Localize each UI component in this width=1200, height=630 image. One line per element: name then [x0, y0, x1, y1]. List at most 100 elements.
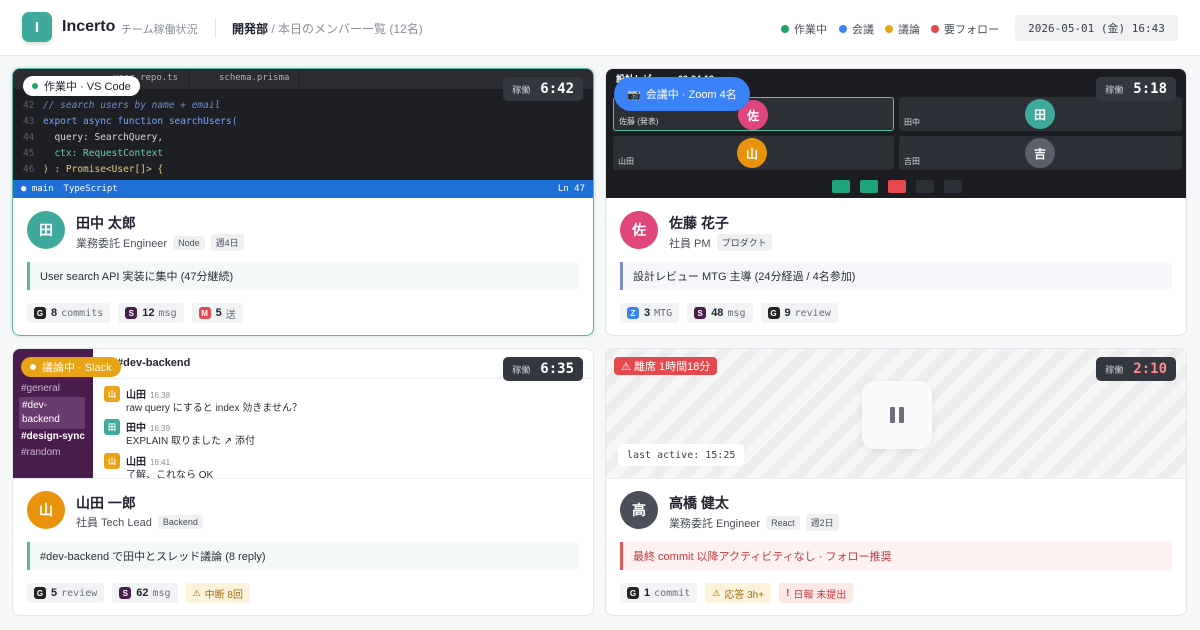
legend-meeting: 会議 [839, 21, 874, 37]
work-timer: 稼働 6:35 [503, 357, 583, 381]
breadcrumb: 開発部 / 本日のメンバー一覧 (12名) [232, 20, 423, 37]
member-name[interactable]: 田中 太郎 [76, 213, 136, 233]
member-card-takahashi[interactable]: last active: 15:25 ⚠ 離席 1時間18分 稼働 2:10 高 … [605, 348, 1187, 616]
member-info: 山 山田 一郎 社員 Tech Lead Backend [27, 491, 567, 531]
more-button[interactable] [944, 180, 962, 193]
screen-preview-slack[interactable]: #general #dev-backend #design-sync #rand… [13, 349, 593, 478]
channel-item[interactable]: #general [21, 383, 60, 394]
chat-message: 田田中 16:39 EXPLAIN 取りました ↗ 添付 [104, 419, 504, 449]
member-name[interactable]: 佐藤 花子 [669, 213, 729, 233]
warning-icon: ⚠ [192, 587, 201, 598]
metric-reviews[interactable]: G 9 review [760, 303, 838, 323]
current-datetime: 2026-05-01 (金) 16:43 [1015, 15, 1178, 41]
screen-preview-zoom[interactable]: 設計レビュー · 00:24:12 佐佐藤 (発表) 田田中 山山田 吉吉田 📷… [606, 69, 1186, 198]
metric-meetings[interactable]: Z 3 MTG [620, 303, 680, 323]
metric-commits[interactable]: G 1 commit [620, 583, 698, 603]
activity-summary: 設計レビュー MTG 主導 (24分経過 / 4名参加) [620, 262, 1172, 290]
member-name[interactable]: 高橋 健太 [669, 493, 729, 513]
alert-icon: ! [786, 587, 790, 599]
member-name[interactable]: 山田 一郎 [76, 493, 136, 513]
screen-preview-away[interactable]: last active: 15:25 ⚠ 離席 1時間18分 稼働 2:10 [606, 349, 1186, 478]
metric-reviews[interactable]: G 5 review [27, 583, 105, 603]
metric-messages[interactable]: S 62 msg [112, 583, 178, 603]
status-dot-icon [30, 364, 36, 370]
leave-button[interactable] [888, 180, 906, 193]
channel-item-active[interactable]: #dev-backend [19, 397, 85, 429]
video-tile[interactable]: 山山田 [613, 136, 894, 170]
share-button[interactable] [916, 180, 934, 193]
cursor-position[interactable]: Ln 47 [558, 184, 585, 194]
metric-interruptions[interactable]: ⚠ 中断 8回 [185, 583, 250, 603]
zoom-icon: Z [627, 307, 639, 319]
channel-item[interactable]: #design-sync [21, 431, 85, 442]
member-card-yamada[interactable]: #general #dev-backend #design-sync #rand… [12, 348, 594, 616]
avatar[interactable]: 高 [620, 491, 658, 529]
status-pill: ⚠ 離席 1時間18分 [614, 357, 718, 375]
metric-commits[interactable]: G 8 commits [27, 303, 111, 323]
legend-label: 議論 [898, 24, 920, 36]
camera-icon: 📷 [627, 88, 641, 101]
tag: Backend [157, 515, 203, 529]
dept-description: / 本日のメンバー一覧 (12名) [268, 22, 423, 36]
metric-response-time[interactable]: ⚠ 応答 3h+ [705, 583, 772, 603]
mic-button[interactable] [832, 180, 850, 193]
metrics-row: G 8 commits S 12 msg M5送 [27, 303, 243, 323]
channel-item[interactable]: #random [21, 447, 60, 458]
last-active: last active: 15:25 [618, 444, 745, 466]
legend-discussion: 議論 [885, 21, 920, 37]
editor-statusbar: ● main TypeScript Ln 47 [13, 180, 593, 198]
github-icon: G [34, 307, 46, 319]
member-role: 業務委託 Engineer Node 週4日 [76, 234, 244, 251]
editor-tab[interactable]: schema.prisma [209, 69, 301, 89]
video-tile[interactable]: 田田中 [899, 97, 1182, 131]
work-timer: 稼働 2:10 [1096, 357, 1176, 381]
github-icon: G [767, 307, 780, 319]
metric-messages[interactable]: S 12 msg [118, 303, 184, 323]
status-dot-icon [885, 25, 893, 33]
app-logo[interactable]: I [22, 12, 52, 42]
github-icon: G [34, 587, 46, 599]
legend-label: 会議 [852, 24, 874, 36]
work-timer: 稼働 6:42 [503, 77, 583, 101]
avatar[interactable]: 田 [27, 211, 65, 249]
metrics-row: Z 3 MTG S 48 msg G 9 review [620, 303, 838, 323]
member-info: 高 高橋 健太 業務委託 Engineer React 週2日 [620, 491, 1160, 531]
legend-label: 作業中 [794, 24, 827, 36]
language-mode[interactable]: TypeScript [64, 184, 118, 194]
status-pill: 作業中 · VS Code [23, 76, 140, 96]
slack-icon: S [125, 307, 138, 319]
status-pill: 議論中 · Slack [21, 357, 121, 377]
code-line: 45 ctx: RequestContext [23, 148, 164, 159]
work-timer: 稼働 5:18 [1096, 77, 1176, 101]
avatar[interactable]: 佐 [620, 211, 658, 249]
camera-button[interactable] [860, 180, 878, 193]
screen-preview-vscode[interactable]: user.repo.ts schema.prisma 42// search u… [13, 69, 593, 198]
legend-working: 作業中 [781, 21, 827, 37]
activity-summary: 最終 commit 以降アクティビティなし · フォロー推奨 [620, 542, 1172, 570]
member-card-tanaka[interactable]: user.repo.ts schema.prisma 42// search u… [12, 68, 594, 336]
member-role: 社員 PM プロダクト [669, 234, 772, 251]
status-dot-icon [32, 83, 38, 89]
member-info: 田 田中 太郎 業務委託 Engineer Node 週4日 [27, 211, 567, 251]
tag: React [766, 515, 800, 530]
metric-messages[interactable]: S 48 msg [687, 303, 753, 323]
github-icon: G [627, 587, 639, 599]
tag: 週2日 [805, 514, 839, 531]
avatar[interactable]: 山 [27, 491, 65, 529]
branch-name[interactable]: main [32, 184, 54, 194]
divider [13, 478, 593, 479]
status-pill: 📷 会議中 · Zoom 4名 [614, 77, 750, 111]
header-divider [215, 18, 216, 38]
member-info: 佐 佐藤 花子 社員 PM プロダクト [620, 211, 1160, 251]
dept-name[interactable]: 開発部 [232, 22, 268, 36]
metric-mail[interactable]: M5送 [191, 303, 243, 323]
member-card-sato[interactable]: 設計レビュー · 00:24:12 佐佐藤 (発表) 田田中 山山田 吉吉田 📷… [605, 68, 1187, 336]
metric-daily-report[interactable]: ! 日報 未提出 [779, 583, 854, 603]
metrics-row: G 1 commit ⚠ 応答 3h+ ! 日報 未提出 [620, 583, 854, 603]
code-line: 46) : Promise<User[]> { [23, 164, 164, 175]
member-role: 業務委託 Engineer React 週2日 [669, 514, 839, 531]
video-tile[interactable]: 吉吉田 [899, 136, 1182, 170]
branch-icon: ● [21, 184, 32, 194]
slack-icon: S [694, 307, 707, 319]
status-dot-icon [781, 25, 789, 33]
